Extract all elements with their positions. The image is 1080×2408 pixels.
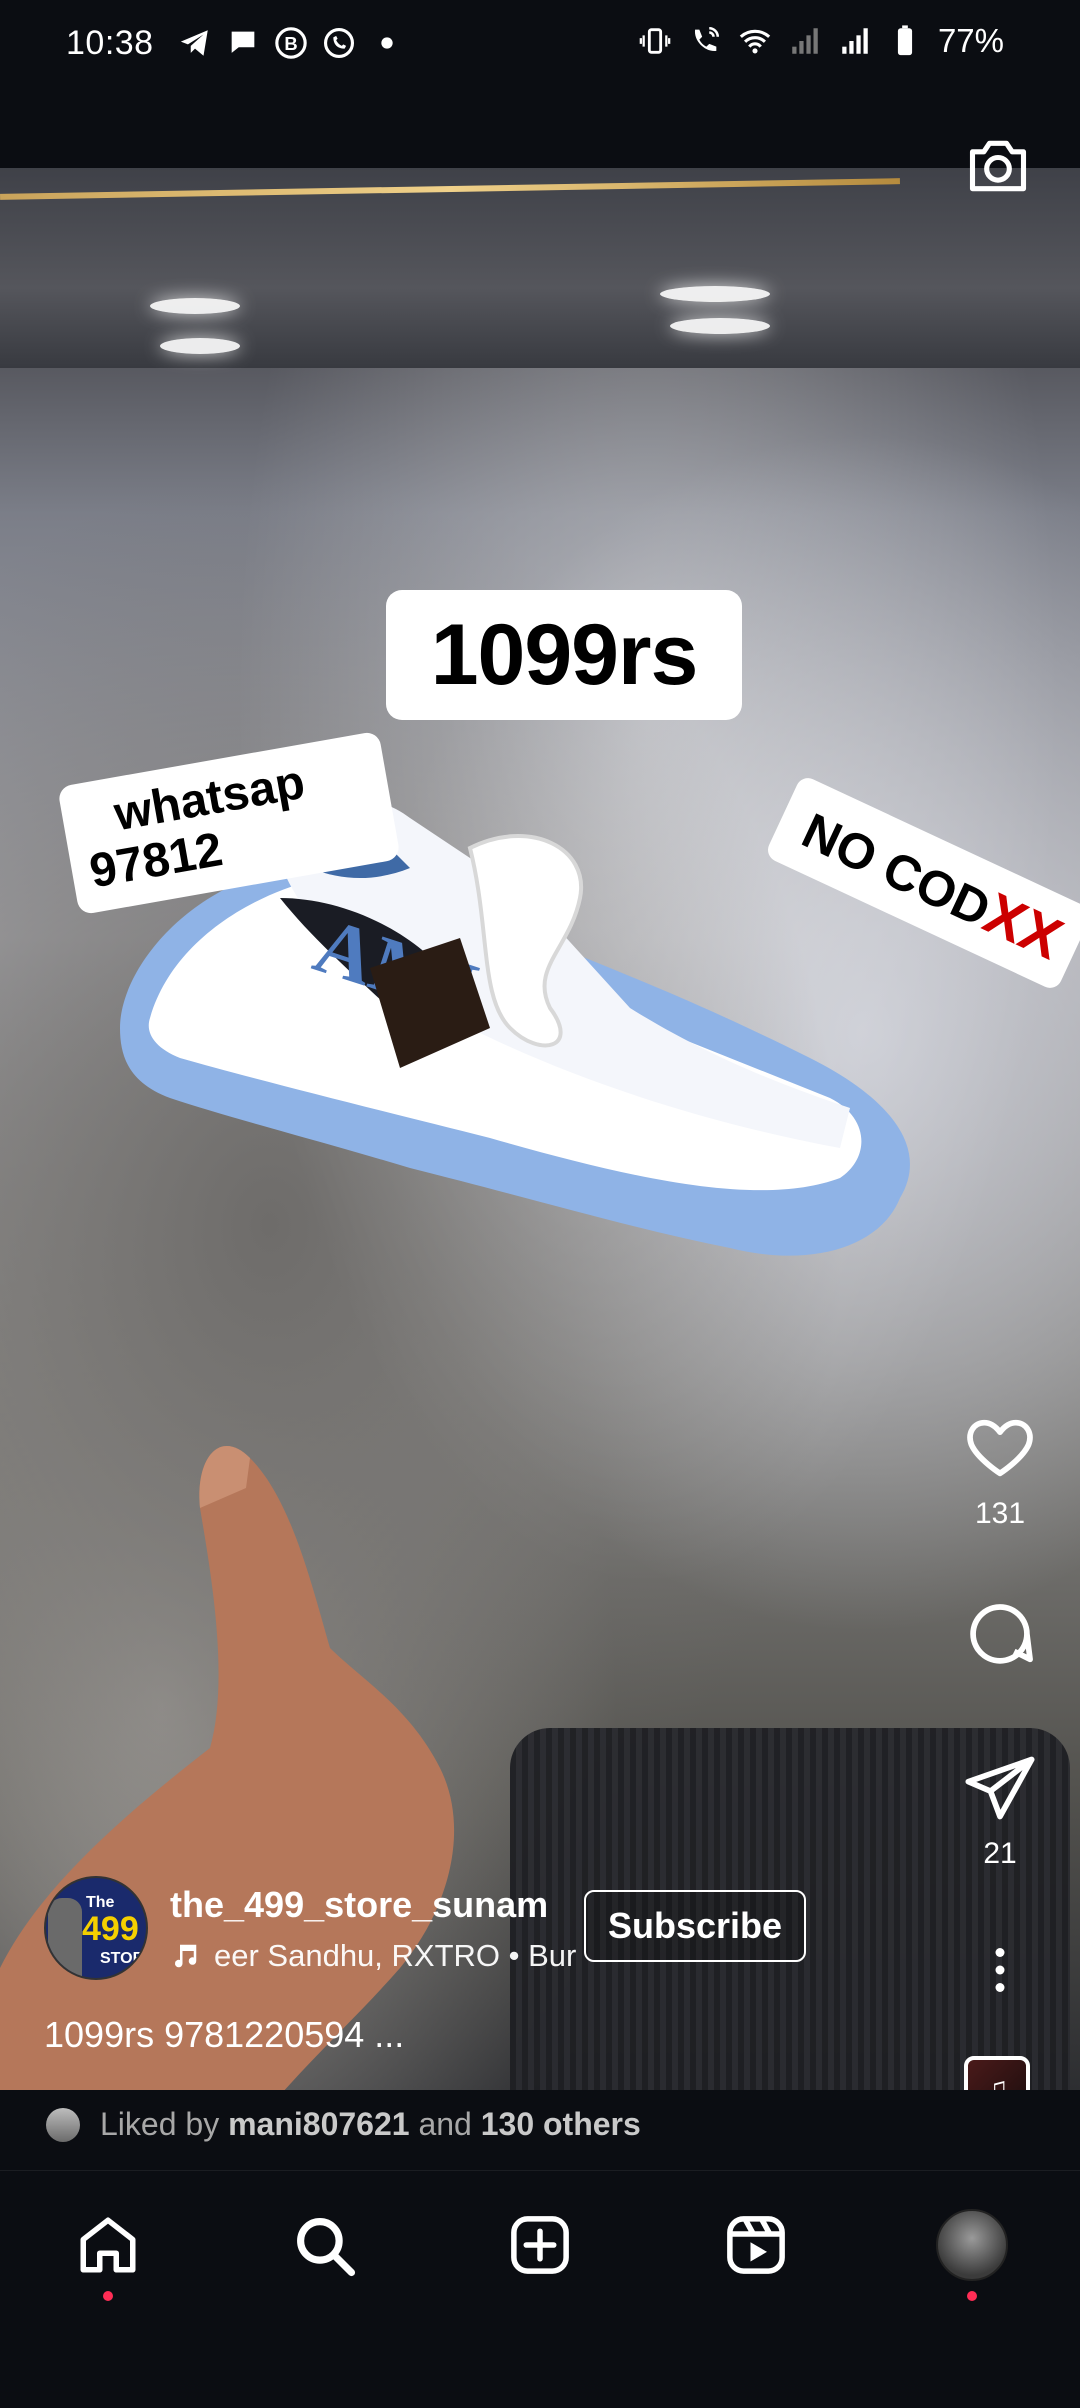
wifi-icon — [738, 24, 772, 58]
subscribe-button[interactable]: Subscribe — [584, 1890, 806, 1962]
liked-middle: and — [418, 2106, 472, 2142]
ceiling-light — [150, 298, 240, 314]
home-icon — [80, 2217, 136, 2273]
wifi-call-icon — [688, 24, 722, 58]
reel-video[interactable]: AMI 1099rs whatsap 97812 NO CODXX — [0, 168, 1080, 2090]
avatar-text-499: 499 — [82, 1910, 139, 1948]
telegram-icon — [178, 26, 212, 60]
hand — [0, 1446, 455, 2090]
like-count: 131 — [974, 1497, 1026, 1530]
svg-text:B: B — [284, 33, 297, 54]
profile-avatar — [936, 2209, 1008, 2281]
heart-icon[interactable] — [962, 1410, 1038, 1486]
nav-profile[interactable] — [932, 2205, 1012, 2301]
nav-home[interactable] — [68, 2205, 148, 2301]
author-username[interactable]: the_499_store_sunam — [170, 1884, 548, 1926]
liked-others[interactable]: 130 others — [481, 2106, 641, 2142]
notification-icons: B — [178, 26, 404, 60]
avatar-text-store: STORE — [100, 1950, 146, 1967]
liker-avatar — [46, 2108, 80, 2142]
comment-action[interactable] — [950, 1596, 1050, 1677]
share-action[interactable]: 21 — [950, 1750, 1050, 1871]
caption[interactable]: 1099rs 9781220594 ... — [44, 2014, 404, 2056]
ceiling-light — [160, 338, 240, 354]
more-icon[interactable] — [962, 1940, 1038, 2000]
system-status: 77% — [638, 22, 1004, 60]
ceiling-light — [670, 318, 770, 334]
ceiling-light — [660, 286, 770, 302]
nav-reels[interactable] — [716, 2205, 796, 2285]
nav-search[interactable] — [284, 2205, 364, 2285]
search-icon — [297, 2218, 356, 2277]
dot-icon — [370, 26, 404, 60]
liked-user[interactable]: mani807621 — [228, 2106, 409, 2142]
author-avatar[interactable]: The 499 STORE — [44, 1876, 148, 1980]
camera-icon — [969, 140, 1027, 192]
comment-icon[interactable] — [962, 1596, 1038, 1672]
vibrate-icon — [638, 24, 672, 58]
liked-by-text: Liked by mani807621 and 130 others — [100, 2106, 641, 2143]
status-time: 10:38 — [66, 24, 154, 62]
camera-button[interactable] — [964, 132, 1032, 200]
liked-by-bar[interactable]: Liked by mani807621 and 130 others — [0, 2090, 1080, 2170]
send-icon[interactable] — [962, 1750, 1038, 1826]
bottom-navigation — [0, 2170, 1080, 2408]
music-track: eer Sandhu, RXTRO • Bur — [214, 1938, 577, 1973]
liked-prefix: Liked by — [100, 2106, 220, 2142]
more-action[interactable] — [950, 1940, 1050, 2005]
share-count: 21 — [983, 1837, 1017, 1870]
gold-trim — [0, 178, 900, 200]
music-note-icon — [175, 1944, 197, 1968]
notification-dot — [103, 2291, 113, 2301]
ceiling — [0, 168, 1080, 368]
battery-icon — [888, 24, 922, 58]
battery-percent: 77% — [937, 22, 1004, 59]
chat-icon — [226, 26, 260, 60]
b-icon: B — [274, 26, 308, 60]
signal-icon — [838, 24, 872, 58]
create-icon — [511, 2216, 569, 2274]
signal-icon — [788, 24, 822, 58]
status-bar: 10:38 B 77% — [0, 0, 1080, 90]
price-sticker: 1099rs — [386, 590, 742, 720]
nav-create[interactable] — [500, 2205, 580, 2285]
like-action[interactable]: 131 — [950, 1410, 1050, 1531]
whatsapp-icon — [322, 26, 356, 60]
music-info[interactable]: eer Sandhu, RXTRO • Bur — [170, 1938, 614, 1974]
avatar-person — [48, 1898, 82, 1978]
notification-dot — [967, 2291, 977, 2301]
reels-icon — [727, 2216, 785, 2274]
